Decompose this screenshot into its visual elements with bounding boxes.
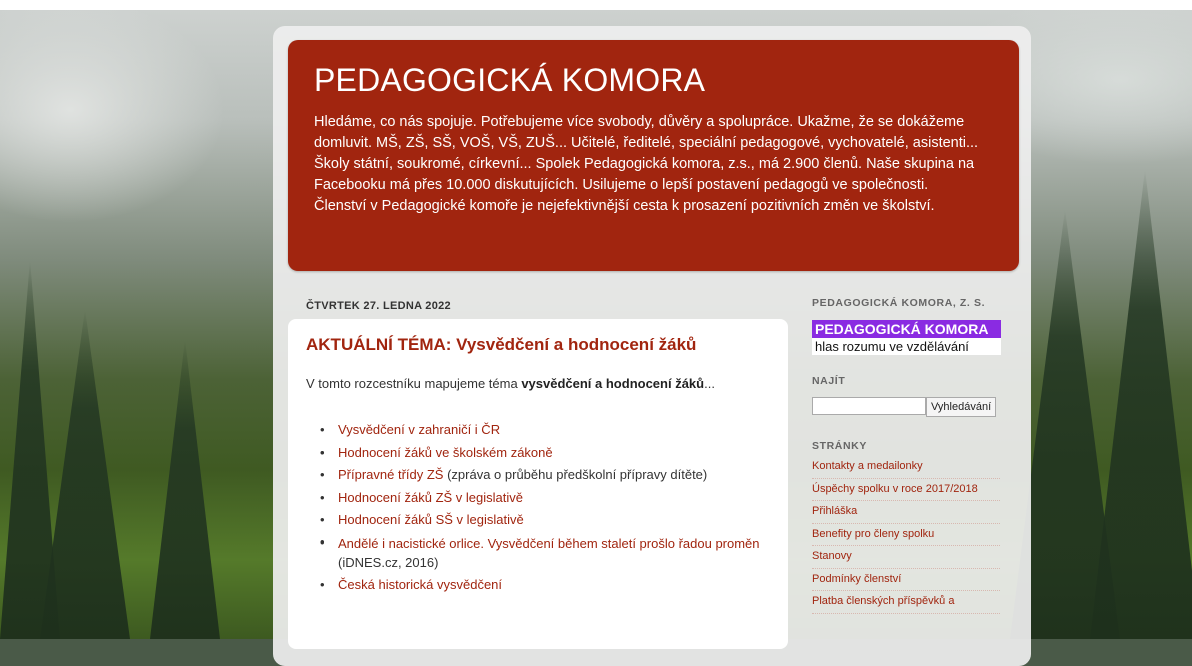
page-link[interactable]: Platba členských příspěvků a	[812, 591, 1000, 614]
link-note: (iDNES.cz, 2016)	[338, 554, 439, 570]
post-link[interactable]: Hodnocení žáků ZŠ v legislativě	[338, 490, 523, 505]
page-link[interactable]: Kontakty a medailonky	[812, 456, 1000, 479]
background-tree	[1090, 169, 1192, 639]
list-item: Česká historická vysvědčení	[320, 574, 760, 597]
pages-list: Kontakty a medailonky Úspěchy spolku v r…	[812, 456, 1012, 614]
post-card: AKTUÁLNÍ TÉMA: Vysvědčení a hodnocení žá…	[288, 319, 788, 649]
search-input[interactable]	[812, 397, 926, 415]
list-item: Hodnocení žáků SŠ v legislativě	[320, 509, 760, 532]
page-link[interactable]: Přihláška	[812, 501, 1000, 524]
blog-title[interactable]: PEDAGOGICKÁ KOMORA	[314, 62, 705, 99]
background-tree	[40, 309, 130, 639]
list-item: Vysvědčení v zahraničí i ČR	[320, 419, 760, 442]
search-form: Vyhledávání	[812, 397, 1002, 417]
intro-suffix: ...	[704, 376, 715, 391]
page-link[interactable]: Benefity pro členy spolku	[812, 524, 1000, 546]
blog-description: Hledáme, co nás spojuje. Potřebujeme víc…	[314, 114, 979, 214]
top-band	[0, 0, 1192, 10]
brand-banner[interactable]: PEDAGOGICKÁ KOMORA	[812, 320, 1001, 338]
sidebar: PEDAGOGICKÁ KOMORA, Z. S. PEDAGOGICKÁ KO…	[812, 297, 1012, 614]
list-item: Hodnocení žáků ve školském zákoně	[320, 442, 760, 465]
post-intro: V tomto rozcestníku mapujeme téma vysvěd…	[306, 376, 715, 391]
post-date: ČTVRTEK 27. LEDNA 2022	[306, 300, 451, 312]
search-button[interactable]: Vyhledávání	[926, 397, 997, 417]
list-item: Přípravné třídy ZŠ (zpráva o průběhu pře…	[320, 464, 760, 487]
post-link[interactable]: Česká historická vysvědčení	[338, 577, 502, 592]
list-item: Hodnocení žáků ZŠ v legislativě	[320, 487, 760, 510]
post-link-list: Vysvědčení v zahraničí i ČR Hodnocení žá…	[306, 419, 760, 596]
post-link[interactable]: Vysvědčení v zahraničí i ČR	[338, 422, 500, 437]
page-link[interactable]: Podmínky členství	[812, 569, 1000, 591]
post-title[interactable]: AKTUÁLNÍ TÉMA: Vysvědčení a hodnocení žá…	[306, 335, 696, 355]
list-item: Andělé i nacistické orlice. Vysvědčení b…	[320, 532, 760, 574]
post-link[interactable]: Andělé i nacistické orlice. Vysvědčení b…	[338, 536, 760, 551]
org-heading: PEDAGOGICKÁ KOMORA, Z. S.	[812, 297, 986, 309]
link-note: (zpráva o průběhu předškolní přípravy dí…	[443, 467, 708, 482]
intro-text: V tomto rozcestníku mapujeme téma	[306, 376, 522, 391]
background-tree	[150, 339, 220, 639]
post-link[interactable]: Přípravné třídy ZŠ	[338, 467, 443, 482]
search-heading: NAJÍT	[812, 375, 846, 387]
page-link[interactable]: Úspěchy spolku v roce 2017/2018	[812, 479, 1000, 501]
brand-tagline[interactable]: hlas rozumu ve vzdělávání	[812, 338, 1001, 355]
page-link[interactable]: Stanovy	[812, 546, 1000, 569]
post-link[interactable]: Hodnocení žáků SŠ v legislativě	[338, 512, 524, 527]
pages-heading: STRÁNKY	[812, 440, 867, 452]
intro-bold: vysvědčení a hodnocení žáků	[521, 376, 705, 391]
post-link[interactable]: Hodnocení žáků ve školském zákoně	[338, 445, 553, 460]
blog-header: PEDAGOGICKÁ KOMORA Hledáme, co nás spoju…	[288, 40, 1019, 271]
